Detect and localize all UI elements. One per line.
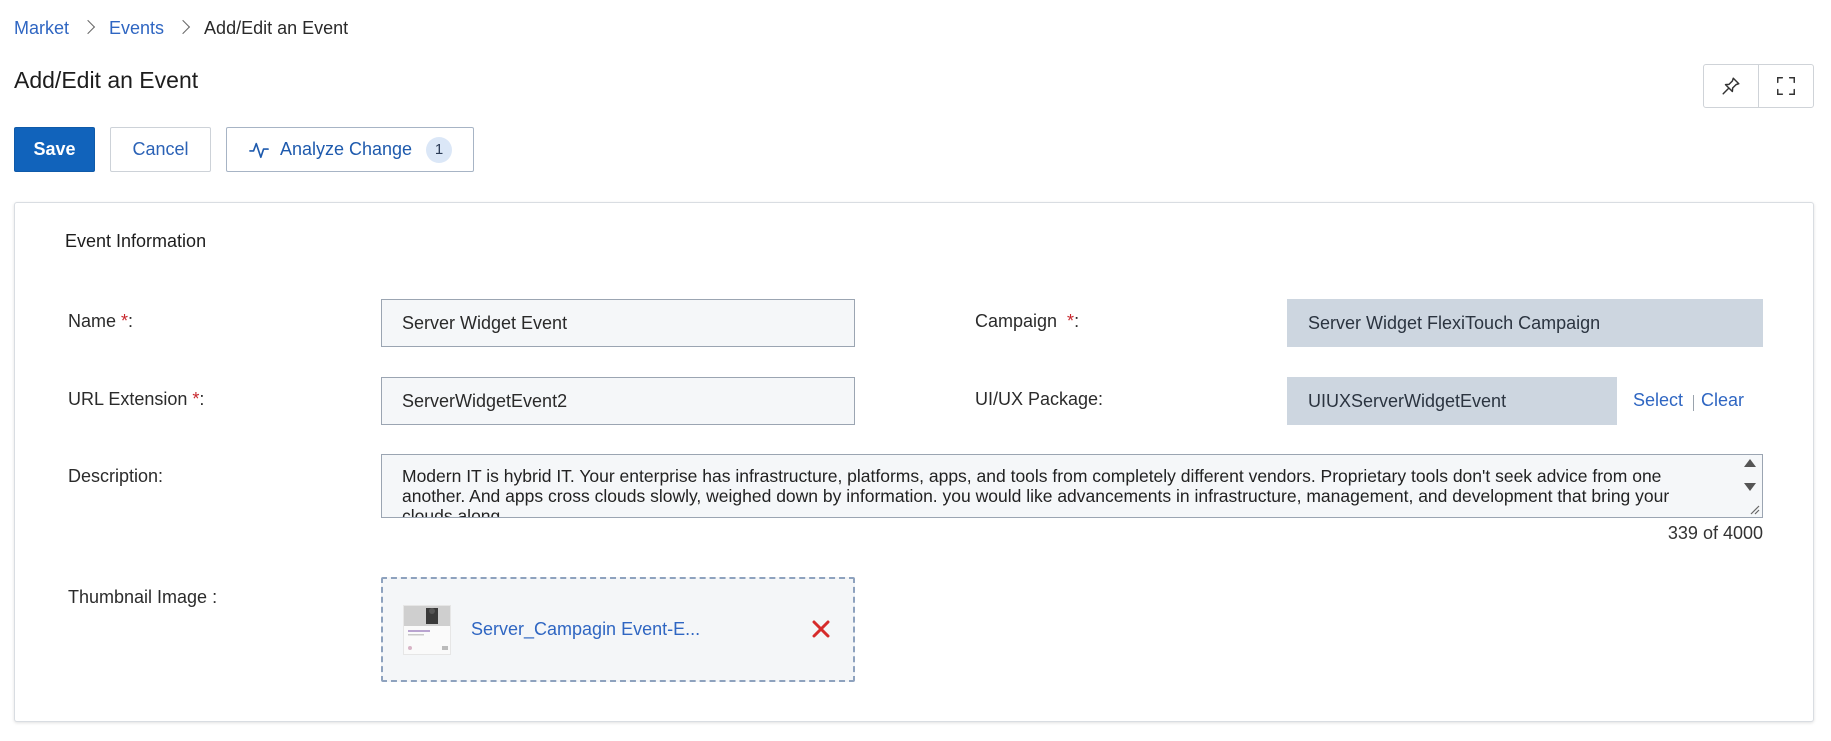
- select-package-link[interactable]: Select: [1633, 390, 1683, 411]
- required-marker: *: [121, 311, 129, 331]
- section-title: Event Information: [65, 231, 207, 251]
- chevron-right-icon: [69, 17, 109, 39]
- change-count-badge: 1: [426, 136, 453, 163]
- uiux-package-field: UIUXServerWidgetEvent: [1287, 377, 1617, 425]
- name-label-text: Name: [68, 311, 122, 331]
- uiux-package-label: UI/UX Package:: [975, 389, 1104, 409]
- pin-icon: [1722, 77, 1740, 95]
- campaign-field: Server Widget FlexiTouch Campaign: [1287, 299, 1763, 347]
- pin-button[interactable]: [1704, 65, 1758, 107]
- fullscreen-icon: [1777, 77, 1795, 95]
- campaign-label: Campaign *:: [975, 311, 1079, 332]
- thumbnail-file-link[interactable]: Server_Campagin Event-E...: [471, 619, 700, 640]
- breadcrumb-market-link[interactable]: Market: [14, 18, 69, 39]
- description-textarea[interactable]: Modern IT is hybrid IT. Your enterprise …: [381, 454, 1763, 518]
- label-suffix: :: [199, 389, 205, 409]
- campaign-label-text: Campaign: [975, 311, 1063, 331]
- name-label: Name *:: [68, 311, 133, 332]
- analyze-change-label: Analyze Change: [279, 139, 413, 159]
- label-suffix: :: [128, 311, 134, 331]
- resize-handle-icon[interactable]: [1748, 503, 1760, 515]
- label-suffix: :: [1074, 311, 1080, 331]
- thumbnail-dropzone[interactable]: Server_Campagin Event-E...: [381, 577, 855, 682]
- fullscreen-button[interactable]: [1758, 65, 1813, 107]
- analyze-change-button[interactable]: Analyze Change 1: [226, 127, 474, 172]
- scroll-down-arrow-icon[interactable]: [1744, 483, 1756, 491]
- breadcrumb-current: Add/Edit an Event: [204, 17, 349, 38]
- thumbnail-preview-image: [403, 605, 451, 655]
- description-text: Modern IT is hybrid IT. Your enterprise …: [402, 466, 1670, 518]
- url-extension-input[interactable]: ServerWidgetEvent2: [381, 377, 855, 425]
- remove-thumbnail-icon[interactable]: [809, 617, 833, 641]
- breadcrumb: Market Events Add/Edit an Event: [14, 16, 348, 40]
- clear-package-link[interactable]: Clear: [1701, 390, 1744, 411]
- breadcrumb-events-link[interactable]: Events: [109, 18, 164, 39]
- link-divider: [1693, 395, 1694, 411]
- url-extension-label: URL Extension *:: [68, 389, 204, 410]
- chevron-right-icon: [164, 17, 204, 39]
- required-marker: *: [1067, 311, 1075, 331]
- scroll-up-arrow-icon[interactable]: [1744, 459, 1756, 467]
- event-information-card: Event Information Name *: Server Widget …: [14, 202, 1814, 722]
- cancel-button[interactable]: Cancel: [110, 127, 211, 172]
- activity-icon: [248, 140, 270, 160]
- name-input[interactable]: Server Widget Event: [381, 299, 855, 347]
- save-button[interactable]: Save: [14, 127, 95, 172]
- character-count: 339 of 4000: [1667, 523, 1763, 543]
- url-extension-label-text: URL Extension: [68, 389, 193, 409]
- thumbnail-label: Thumbnail Image :: [68, 587, 218, 607]
- description-label: Description:: [68, 466, 164, 486]
- page-title: Add/Edit an Event: [14, 67, 199, 93]
- page-tools: [1703, 64, 1814, 108]
